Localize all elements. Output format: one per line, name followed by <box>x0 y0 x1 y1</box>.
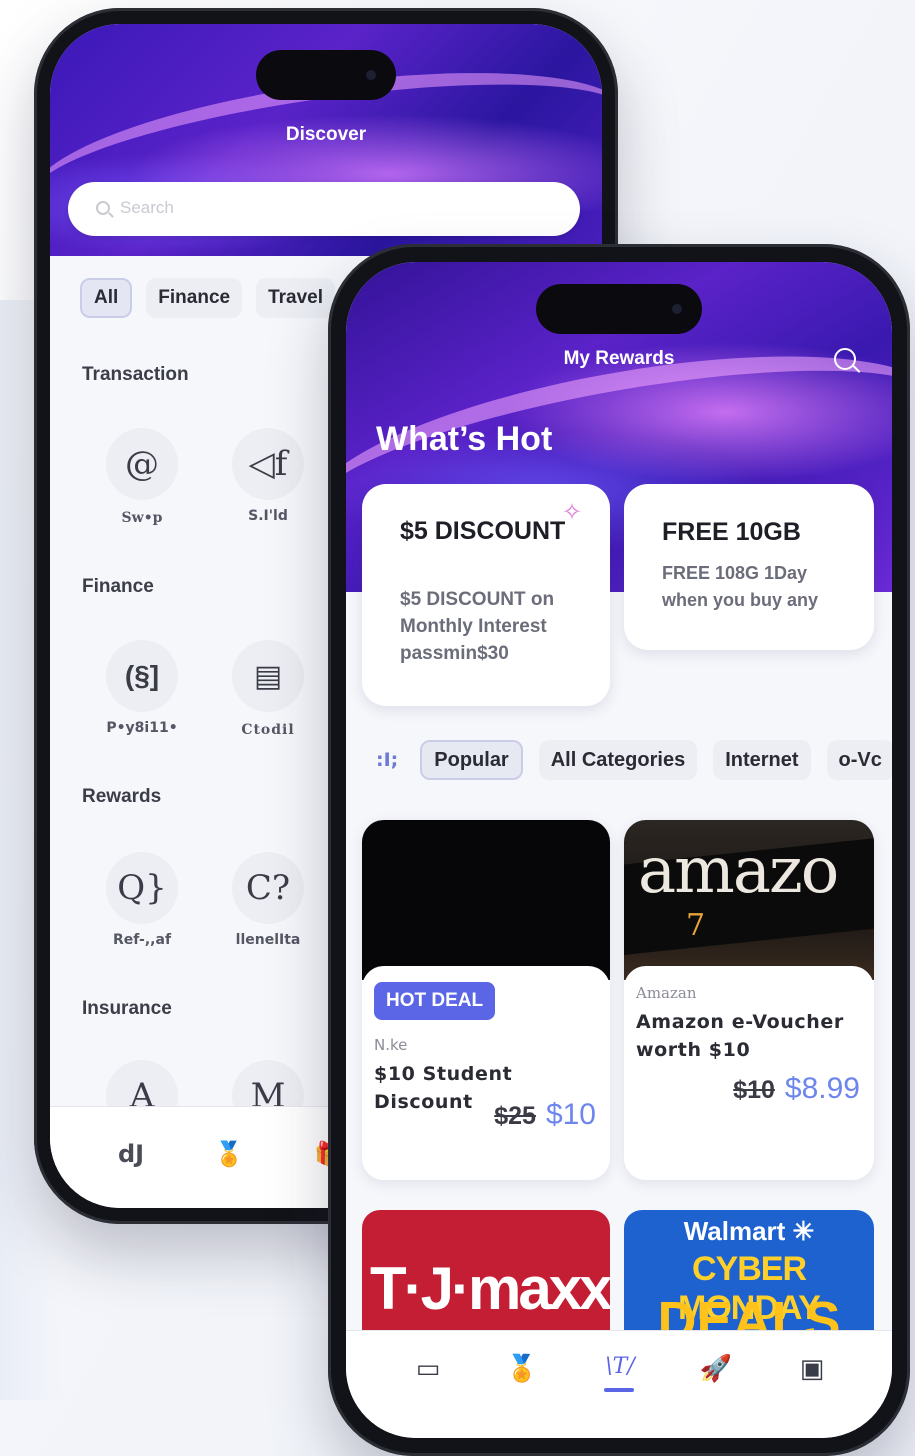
pay-icon[interactable]: (§] <box>106 640 178 712</box>
product-price: $10 $8.99 <box>733 1072 860 1106</box>
search-placeholder: Search <box>120 198 174 217</box>
nav-rewards-icon[interactable]: 🏅 <box>214 1140 244 1168</box>
send-icon[interactable]: ◁f <box>232 428 304 500</box>
page-title: My Rewards <box>563 348 675 369</box>
amazon-smile-mark: 7 <box>686 908 706 943</box>
chip-popular[interactable]: Popular <box>420 740 523 780</box>
hot-deal-badge: HOT DEAL <box>374 982 496 1020</box>
nav-rocket-icon[interactable]: 🚀 <box>696 1354 736 1384</box>
chip-more[interactable]: o-Vc <box>826 740 892 780</box>
product-image: amazo 7 <box>624 820 874 980</box>
promo-desc: $5 DISCOUNT on Monthly Interest passmin$… <box>400 589 555 664</box>
category-chips: All Finance Travel <box>80 278 336 318</box>
promo-desc: FREE 108G 1Day when you buy any <box>662 563 819 610</box>
rewards-screen: My Rewards What’s Hot ✧ $5 DISCOUNT $5 D… <box>346 262 892 1438</box>
product-brand: Amazan <box>636 984 697 1002</box>
section-rewards: Rewards <box>82 786 162 807</box>
section-transaction: Transaction <box>82 364 189 385</box>
chip-all-categories[interactable]: All Categories <box>538 740 698 780</box>
tjmaxx-logo-text: T·J·maxx <box>370 1255 610 1322</box>
new-price: $10 <box>545 1098 596 1131</box>
swap-label: Sw•p <box>121 510 163 526</box>
dynamic-island <box>536 284 702 334</box>
old-price: $10 <box>733 1076 775 1104</box>
send-label: S.I'ld <box>248 508 288 524</box>
old-price: $25 <box>494 1102 536 1130</box>
promo-card-data[interactable]: FREE 10GB FREE 108G 1Day when you buy an… <box>624 484 874 650</box>
product-price: $25 $10 <box>494 1098 596 1132</box>
product-card[interactable]: amazo 7 Amazan Amazon e-Voucher worth $1… <box>624 820 874 1180</box>
search-icon <box>96 201 110 215</box>
referral-icon[interactable]: Q} <box>106 852 178 924</box>
nav-deals-icon[interactable]: \T/ <box>600 1354 640 1392</box>
filter-icon[interactable]: :I; <box>376 749 398 771</box>
product-card[interactable]: HOT DEAL N.ke $10 Student Discount $25 $1… <box>362 820 610 1180</box>
promo-title: $5 DISCOUNT <box>400 517 566 545</box>
credit-card-icon[interactable]: ▤ <box>232 640 304 712</box>
product-image <box>362 820 610 980</box>
section-insurance: Insurance <box>82 998 172 1019</box>
benefits-icon[interactable]: C? <box>232 852 304 924</box>
walmart-logo-text: Walmart ✳ <box>683 1216 815 1246</box>
search-input[interactable]: Search <box>68 182 580 236</box>
category-chips: :I; Popular All Categories Internet o-Vc <box>376 740 892 780</box>
swap-icon[interactable]: @ <box>106 428 178 500</box>
walmart-tile[interactable]: Walmart ✳ CYBER MONDAY DEALS <box>624 1210 874 1340</box>
nav-rewards-icon[interactable]: 🏅 <box>502 1354 542 1384</box>
pay-label: P•y8i11• <box>106 720 178 736</box>
dynamic-island <box>256 50 396 100</box>
nav-home-icon[interactable]: dJ <box>118 1140 144 1168</box>
whats-hot-heading: What’s Hot <box>376 420 553 458</box>
referral-label: Ref-,,af <box>112 932 172 948</box>
chip-internet[interactable]: Internet <box>713 740 811 780</box>
promo-title: FREE 10GB <box>662 518 801 546</box>
new-price: $8.99 <box>784 1072 860 1105</box>
chip-travel[interactable]: Travel <box>256 278 336 318</box>
front-phone: My Rewards What’s Hot ✧ $5 DISCOUNT $5 D… <box>328 244 910 1456</box>
tjmaxx-tile[interactable]: T·J·maxx <box>362 1210 610 1340</box>
amazon-logo-text: amazo <box>638 834 839 908</box>
bottom-nav <box>346 1330 892 1438</box>
benefits-label: llenelIta <box>235 932 301 948</box>
page-title: Discover <box>285 124 367 145</box>
nav-wallet-icon[interactable]: ▭ <box>408 1354 448 1384</box>
chip-finance[interactable]: Finance <box>146 278 243 318</box>
nav-store-icon[interactable]: ▣ <box>792 1354 832 1384</box>
product-brand: N.ke <box>374 1036 408 1054</box>
promo-card-discount[interactable]: ✧ $5 DISCOUNT $5 DISCOUNT on Monthly Int… <box>362 484 610 706</box>
product-name: Amazon e-Voucher worth $10 <box>636 1011 844 1061</box>
search-icon[interactable] <box>834 348 856 370</box>
chip-all[interactable]: All <box>80 278 133 318</box>
section-finance: Finance <box>82 576 154 597</box>
credit-label: Ctodil <box>241 722 295 738</box>
